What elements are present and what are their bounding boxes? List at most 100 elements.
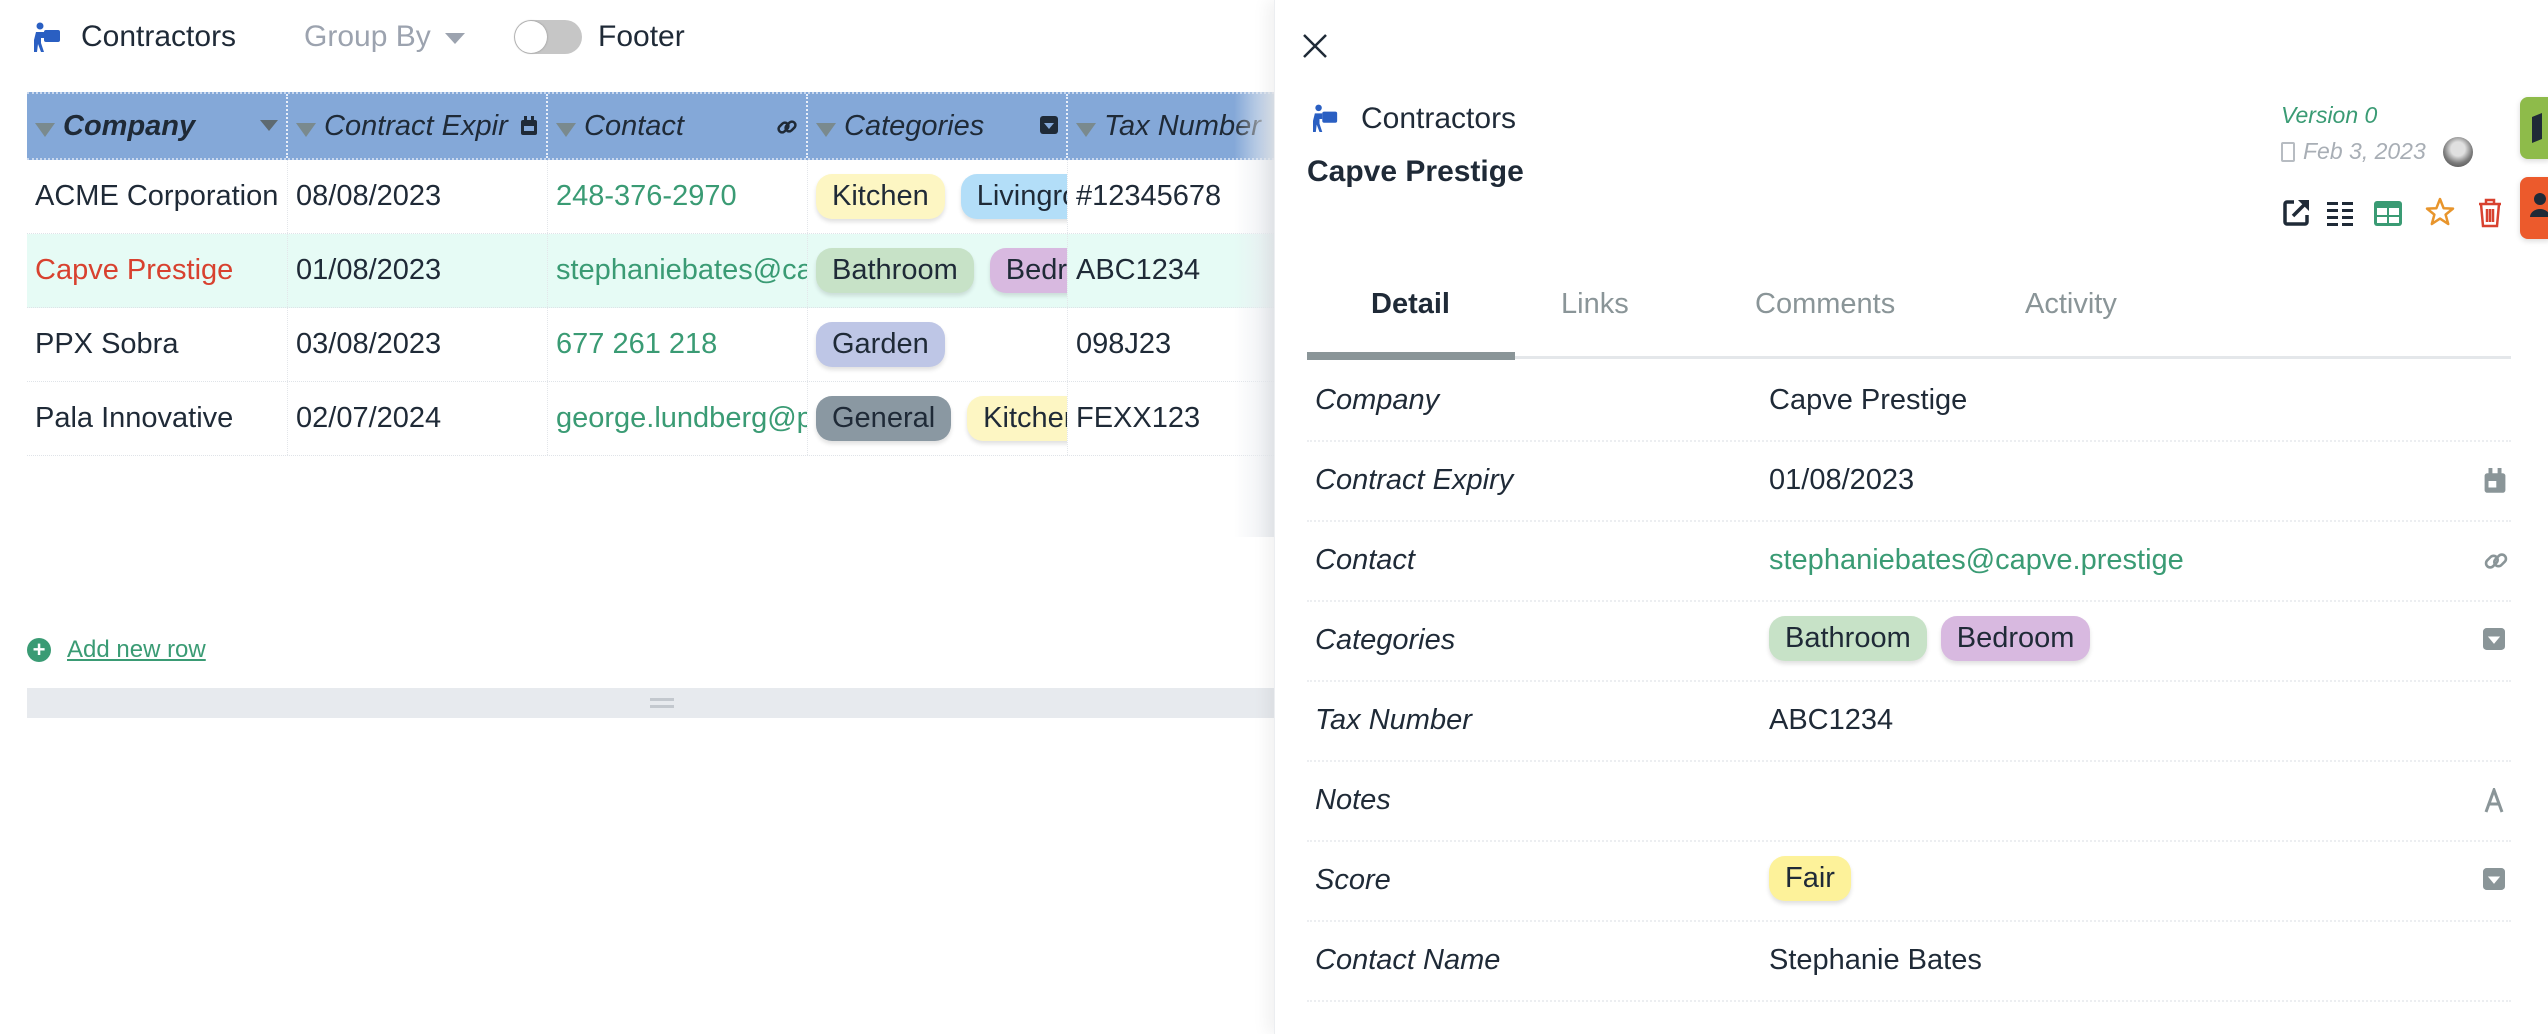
book-icon — [2532, 113, 2542, 143]
calendar-icon — [521, 116, 537, 135]
detail-field-row: Tax Number ABC1234 — [1307, 682, 2511, 762]
close-icon[interactable] — [1301, 32, 1329, 60]
dropdown-icon[interactable] — [2483, 868, 2507, 894]
column-header-label: Contract Expir — [324, 109, 508, 142]
filter-icon[interactable] — [296, 123, 316, 137]
column-header-categories[interactable]: Categories — [808, 94, 1068, 158]
filter-icon[interactable] — [816, 123, 836, 137]
dropdown-icon[interactable] — [2483, 628, 2507, 654]
table-row[interactable]: ACME Corporation 08/08/2023 248-376-2970 Ki… — [27, 160, 1274, 234]
column-header-label: Contact — [584, 109, 684, 142]
detail-field-row: Categories Bathroom Bedroom — [1307, 602, 2511, 682]
cell-categories[interactable]: General Kitchen — [808, 382, 1068, 455]
field-value[interactable]: 01/08/2023 — [1769, 464, 1914, 497]
open-external-icon[interactable] — [2281, 196, 2311, 228]
category-chip: Livingroom — [960, 174, 1067, 219]
group-by-dropdown[interactable]: Group By — [304, 20, 465, 54]
data-grid: Company Contract Expir Contact Categorie… — [27, 92, 1274, 537]
table-view-icon[interactable] — [2373, 196, 2403, 228]
footer-toggle-label: Footer — [598, 20, 685, 53]
add-new-row-button[interactable]: + Add new row — [27, 636, 206, 664]
detail-field-row: Contact stephaniebates@capve.prestige — [1307, 522, 2511, 602]
cell-expiry[interactable]: 03/08/2023 — [288, 308, 548, 381]
option-chip: Bathroom — [1769, 616, 1927, 661]
panel-tabs: Detail Links Comments Activity — [1307, 288, 2511, 360]
column-header-label: Company — [63, 109, 196, 142]
trash-icon[interactable] — [2475, 196, 2505, 228]
record-date: Feb 3, 2023 — [2281, 138, 2426, 165]
side-tab-users[interactable] — [2520, 177, 2548, 239]
detail-field-row: Contact Name Stephanie Bates — [1307, 922, 2511, 1002]
version-label[interactable]: Version 0 — [2281, 102, 2377, 129]
cell-company[interactable]: PPX Sobra — [27, 308, 288, 381]
filter-icon[interactable] — [35, 123, 55, 137]
side-tab-book[interactable] — [2520, 97, 2548, 159]
column-header-company[interactable]: Company — [27, 94, 288, 158]
grid-header: Company Contract Expir Contact Categorie… — [27, 92, 1274, 160]
field-value[interactable]: stephaniebates@capve.prestige — [1769, 544, 2184, 577]
column-header-label: Tax Number — [1104, 109, 1261, 142]
pane-resize-handle[interactable] — [27, 688, 1274, 718]
dropdown-icon — [1040, 116, 1058, 134]
table-row[interactable]: PPX Sobra 03/08/2023 677 261 218 Garden 098J… — [27, 308, 1274, 382]
record-detail-panel: Contractors Capve Prestige Version 0 Feb… — [1274, 0, 2548, 1034]
cell-contact[interactable]: george.lundberg@pala.innovative — [548, 382, 808, 455]
column-header-tax-number[interactable]: Tax Number — [1068, 94, 1274, 158]
field-value[interactable]: ABC1234 — [1769, 704, 1893, 737]
panel-table-name: Contractors — [1361, 102, 1517, 135]
detail-field-row: Contract Expiry 01/08/2023 — [1307, 442, 2511, 522]
caret-down-icon[interactable] — [260, 120, 278, 131]
cell-categories[interactable]: Kitchen Livingroom — [808, 160, 1068, 233]
tab-activity[interactable]: Activity — [2025, 288, 2117, 321]
cell-expiry[interactable]: 01/08/2023 — [288, 234, 548, 307]
category-chip: Bedroom — [989, 248, 1067, 293]
option-chip: Fair — [1769, 856, 1851, 901]
person-carrying-box-icon — [1313, 104, 1338, 132]
table-row[interactable]: Capve Prestige 01/08/2023 stephaniebates@c… — [27, 234, 1274, 308]
cell-tax[interactable]: #12345678 — [1068, 160, 1274, 233]
cell-tax[interactable]: FEXX123 — [1068, 382, 1274, 455]
toolbar: Contractors Group By Footer — [0, 0, 1274, 76]
field-value[interactable]: Capve Prestige — [1769, 384, 1967, 417]
plus-circle-icon: + — [27, 638, 51, 662]
caret-down-icon — [444, 32, 465, 44]
star-icon[interactable] — [2425, 196, 2455, 228]
footer-toggle[interactable] — [514, 20, 582, 54]
cell-categories[interactable]: Bathroom Bedroom — [808, 234, 1068, 307]
cell-company[interactable]: ACME Corporation — [27, 160, 288, 233]
cell-tax[interactable]: 098J23 — [1068, 308, 1274, 381]
category-chip: Bathroom — [816, 248, 974, 293]
detail-fields: Company Capve Prestige Contract Expiry 01/0… — [1307, 362, 2511, 1002]
detail-field-row: Company Capve Prestige — [1307, 362, 2511, 442]
filter-icon[interactable] — [1076, 123, 1096, 137]
calendar-icon[interactable] — [2483, 468, 2507, 494]
list-view-icon[interactable] — [2325, 196, 2355, 228]
tab-links[interactable]: Links — [1561, 288, 1629, 321]
record-date-text: Feb 3, 2023 — [2303, 138, 2426, 164]
cell-company[interactable]: Capve Prestige — [27, 234, 288, 307]
column-header-label: Categories — [844, 109, 985, 142]
table-row[interactable]: Pala Innovative 02/07/2024 george.lundberg… — [27, 382, 1274, 456]
field-value[interactable]: Stephanie Bates — [1769, 944, 1982, 977]
cell-expiry[interactable]: 02/07/2024 — [288, 382, 548, 455]
cell-contact[interactable]: 248-376-2970 — [548, 160, 808, 233]
tab-detail[interactable]: Detail — [1371, 288, 1450, 321]
field-value-chips[interactable]: Fair — [1769, 856, 1865, 901]
cell-tax[interactable]: ABC1234 — [1068, 234, 1274, 307]
cell-contact[interactable]: stephaniebates@capve.prestige — [548, 234, 808, 307]
field-value-chips[interactable]: Bathroom Bedroom — [1769, 616, 2104, 661]
cell-categories[interactable]: Garden — [808, 308, 1068, 381]
link-icon — [777, 120, 797, 134]
user-avatar[interactable] — [2443, 137, 2473, 167]
column-header-contact[interactable]: Contact — [548, 94, 808, 158]
field-label: Categories — [1315, 624, 1456, 656]
tab-comments[interactable]: Comments — [1755, 288, 1895, 321]
text-icon[interactable] — [2483, 785, 2507, 814]
column-header-contract-expiry[interactable]: Contract Expir — [288, 94, 548, 158]
cell-expiry[interactable]: 08/08/2023 — [288, 160, 548, 233]
filter-icon[interactable] — [556, 123, 576, 137]
cell-company[interactable]: Pala Innovative — [27, 382, 288, 455]
field-label: Score — [1315, 864, 1391, 896]
link-icon[interactable] — [2483, 548, 2508, 574]
cell-contact[interactable]: 677 261 218 — [548, 308, 808, 381]
